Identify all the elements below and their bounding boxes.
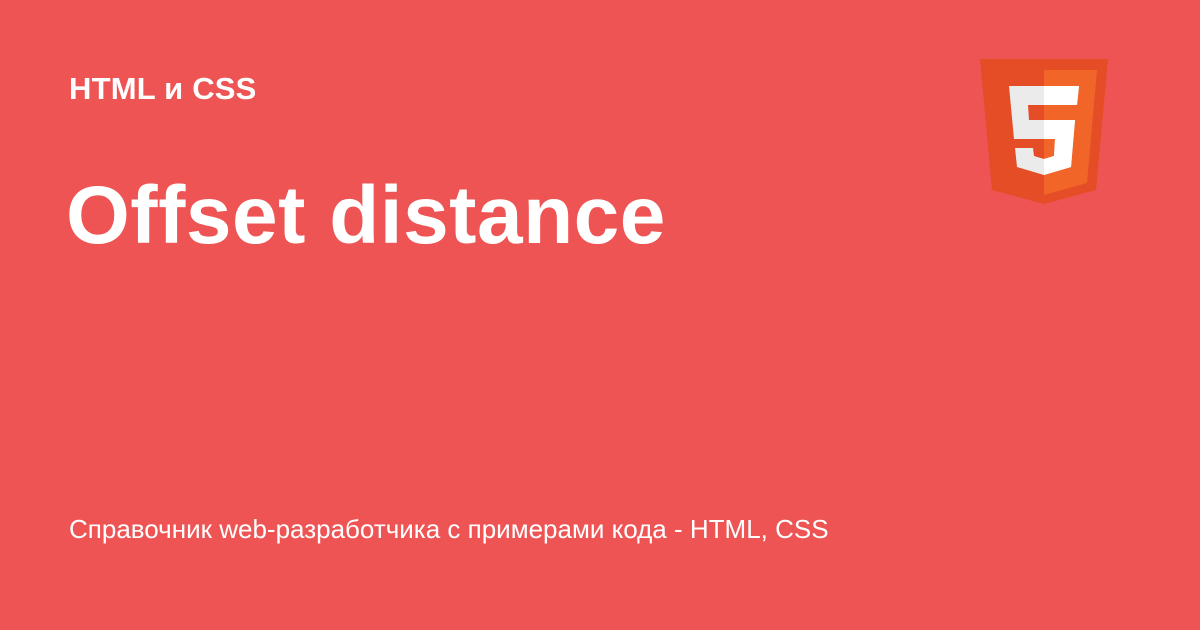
html5-shield-icon [980,59,1108,204]
site-description: Справочник web-разработчика с примерами … [69,514,829,544]
page-title: Offset distance [66,170,666,261]
category-label: HTML и CSS [69,71,257,106]
